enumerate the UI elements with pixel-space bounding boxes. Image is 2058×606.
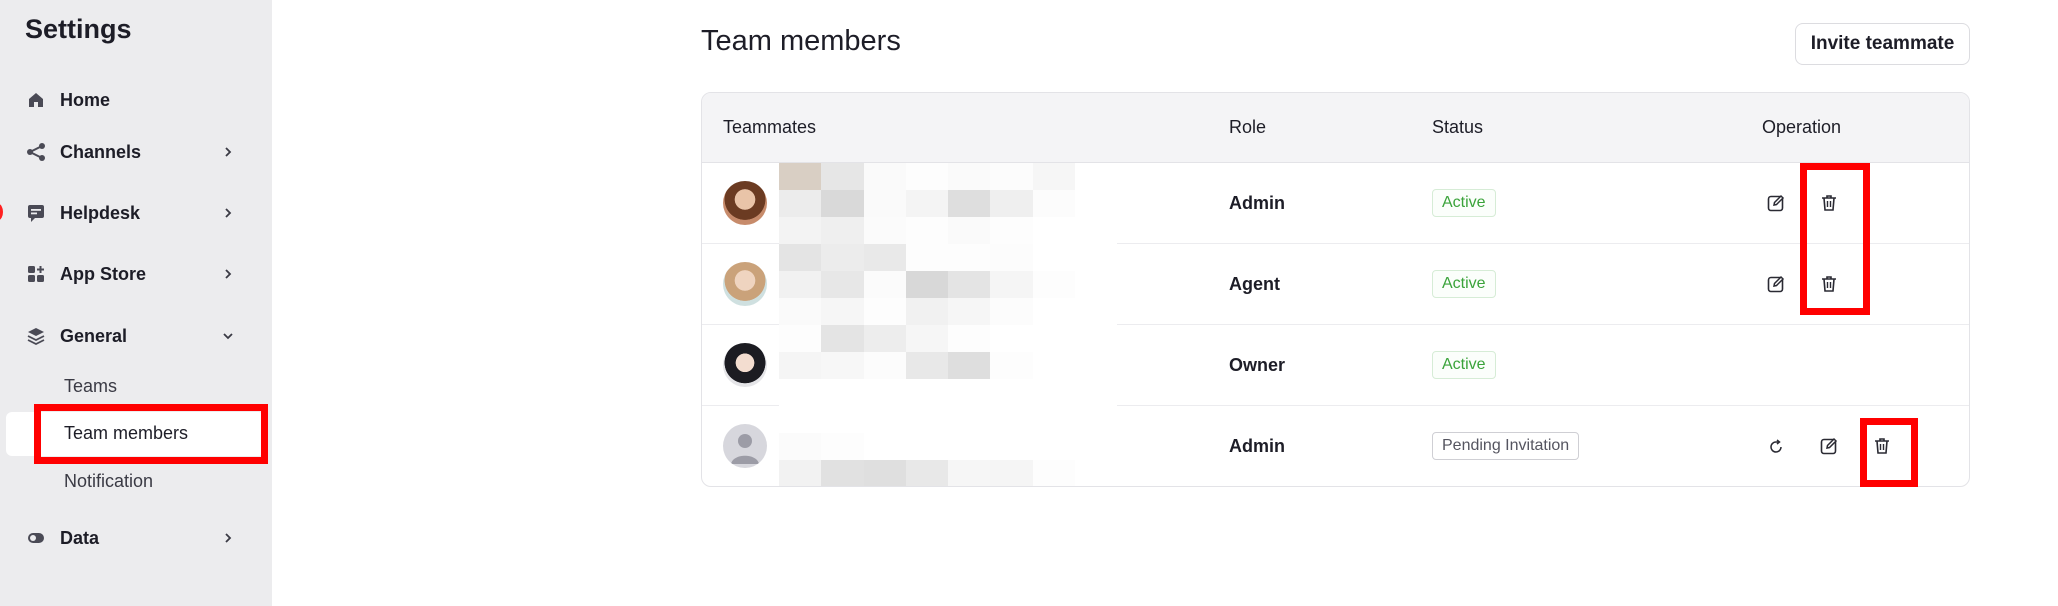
- refresh-icon[interactable]: [1762, 433, 1790, 461]
- invite-teammate-button[interactable]: Invite teammate: [1795, 23, 1970, 65]
- sidebar-item-label: Data: [60, 527, 100, 548]
- sidebar-item-label: Helpdesk: [60, 202, 141, 223]
- chevron-right-icon: [219, 265, 237, 283]
- blurred-teammate-name: [779, 163, 1117, 244]
- status-badge: Pending Invitation: [1432, 432, 1580, 460]
- edit-icon[interactable]: [1815, 432, 1843, 460]
- avatar: [723, 262, 767, 306]
- sidebar-item-data[interactable]: Data: [25, 520, 237, 556]
- status-badge: Active: [1432, 270, 1496, 298]
- sidebar-item-label: Home: [60, 89, 111, 110]
- sidebar-item-home[interactable]: Home: [25, 82, 237, 118]
- notification-dot: [0, 204, 3, 220]
- default-user-icon: [731, 434, 759, 464]
- sidebar-subitem-teams[interactable]: Teams: [64, 376, 117, 397]
- table-row: Admin Active: [702, 163, 1969, 244]
- sidebar-item-label: App Store: [60, 263, 147, 284]
- edit-icon[interactable]: [1762, 270, 1790, 298]
- column-header-status: Status: [1432, 117, 1484, 137]
- sidebar-subitem-notification[interactable]: Notification: [64, 471, 153, 492]
- status-badge: Active: [1432, 351, 1496, 379]
- sidebar-item-label: Channels: [60, 141, 142, 162]
- sidebar-item-general[interactable]: General: [25, 318, 237, 354]
- app-store-icon: [25, 263, 47, 285]
- column-header-operation: Operation: [1762, 117, 1842, 137]
- layers-icon: [25, 325, 47, 347]
- blurred-teammate-name: [779, 325, 1117, 406]
- sidebar-item-helpdesk[interactable]: Helpdesk: [25, 195, 237, 231]
- chevron-right-icon: [219, 529, 237, 547]
- chevron-right-icon: [219, 143, 237, 161]
- edit-icon[interactable]: [1762, 189, 1790, 217]
- highlight-box: [1860, 418, 1918, 487]
- sidebar-title: Settings: [25, 14, 132, 44]
- data-icon: [25, 527, 47, 549]
- role-text: Admin: [1229, 436, 1285, 456]
- blurred-teammate-name: [779, 406, 1117, 486]
- status-badge: Active: [1432, 189, 1496, 217]
- avatar: [723, 181, 767, 225]
- chevron-down-icon: [219, 327, 237, 345]
- blurred-teammate-name: [779, 244, 1117, 325]
- home-icon: [25, 89, 47, 111]
- sidebar-item-app-store[interactable]: App Store: [25, 256, 237, 292]
- sidebar: Settings Home Channels Helpdesk App Stor…: [0, 0, 272, 606]
- column-header-role: Role: [1229, 117, 1267, 137]
- chevron-right-icon: [219, 204, 237, 222]
- table-row: Agent Active: [702, 244, 1969, 325]
- highlight-box: [34, 404, 268, 464]
- page-title: Team members: [701, 25, 901, 57]
- role-text: Agent: [1229, 274, 1280, 294]
- table-header: Teammates Role Status Operation: [702, 93, 1969, 163]
- column-header-teammates: Teammates: [723, 117, 817, 137]
- avatar: [723, 343, 767, 387]
- helpdesk-icon: [25, 202, 47, 224]
- role-text: Admin: [1229, 193, 1285, 213]
- highlight-box: [1800, 163, 1870, 315]
- sidebar-item-label: General: [60, 325, 128, 346]
- role-text: Owner: [1229, 355, 1286, 375]
- table-row: Owner Active: [702, 325, 1969, 406]
- team-members-table: Teammates Role Status Operation Admin Ac…: [701, 92, 1970, 487]
- share-icon: [25, 141, 47, 163]
- sidebar-item-channels[interactable]: Channels: [25, 134, 237, 170]
- avatar: [723, 424, 767, 468]
- table-row: Admin Pending Invitation: [702, 406, 1969, 486]
